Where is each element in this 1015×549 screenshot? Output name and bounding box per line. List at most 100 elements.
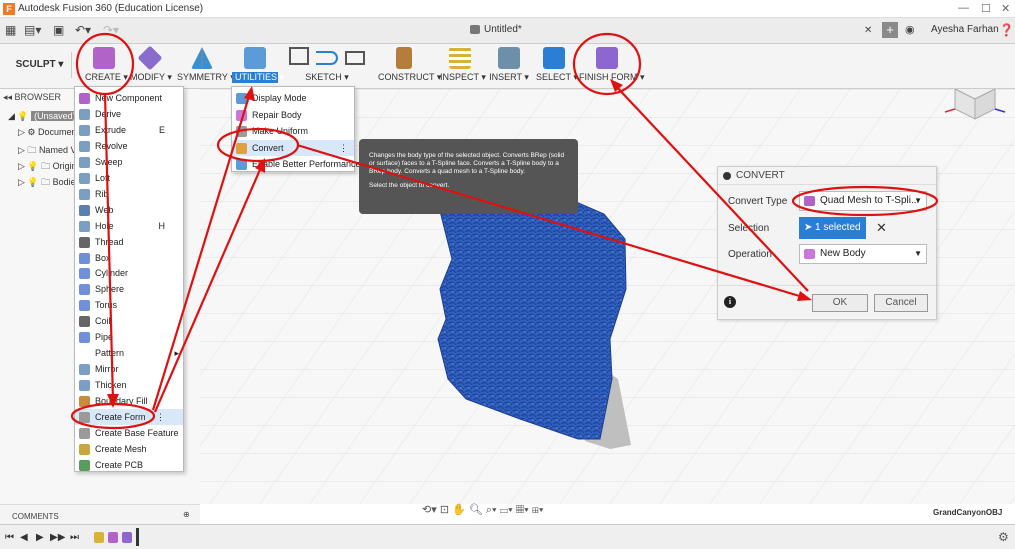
more-options-icon[interactable]: ⋮: [339, 140, 348, 156]
menu-item-shortcut: ⋮: [156, 412, 165, 422]
add-comment-icon[interactable]: ⊕: [183, 510, 190, 519]
inspect-tool[interactable]: INSPECT ▾: [440, 47, 486, 83]
menu-item-label: Hole: [95, 220, 114, 231]
timeline-marker[interactable]: [136, 528, 139, 546]
user-name[interactable]: Ayesha Farhan: [931, 24, 999, 35]
menu-item-label: Loft: [95, 172, 111, 183]
create-menu-item[interactable]: Create PCB: [75, 457, 183, 473]
pan-icon[interactable]: ✋: [452, 504, 466, 516]
maximize-icon[interactable]: ☐: [981, 2, 991, 15]
step-back-icon[interactable]: ◀: [20, 532, 28, 543]
symmetry-tool[interactable]: SYMMETRY ▾: [177, 47, 235, 83]
select-tool[interactable]: SELECT ▾: [536, 47, 578, 83]
create-menu-item[interactable]: Thicken: [75, 377, 183, 393]
document-tab-bar: ▦ ▤▾ ▣ ↶▾ ↷▾ Untitled* ✕ + ◉ Ayesha Farh…: [0, 18, 1015, 44]
viewports-icon[interactable]: ⊞▾: [532, 504, 544, 516]
ok-button[interactable]: OK: [812, 294, 868, 312]
create-menu-item[interactable]: Mirror: [75, 361, 183, 377]
timeline-event-icon[interactable]: [108, 532, 118, 543]
create-menu-item[interactable]: Loft: [75, 170, 183, 186]
create-menu-item[interactable]: Create Base Feature: [75, 425, 183, 441]
create-menu-item[interactable]: Create Mesh: [75, 441, 183, 457]
convert-type-select[interactable]: Quad Mesh to T-Spli... ▼: [799, 191, 927, 211]
construct-tool[interactable]: CONSTRUCT ▾: [378, 47, 441, 83]
utilities-menu-item[interactable]: Display Mode: [232, 90, 354, 106]
utilities-menu-item[interactable]: Repair Body: [232, 107, 354, 123]
redo-icon[interactable]: ↷▾: [103, 23, 119, 37]
step-forward-icon[interactable]: ▶▶: [50, 532, 65, 543]
clear-selection-icon[interactable]: ✕: [876, 220, 887, 236]
create-menu-item[interactable]: Thread: [75, 234, 183, 250]
display-settings-icon[interactable]: ▭▾: [500, 504, 513, 516]
create-menu-item[interactable]: Derive: [75, 106, 183, 122]
sketch-tool[interactable]: SKETCH ▾: [286, 47, 368, 83]
finish-form-tool[interactable]: FINISH FORM ▾: [579, 47, 645, 83]
modify-tool[interactable]: MODIFY ▾: [130, 45, 172, 83]
go-to-start-icon[interactable]: ⏮: [5, 532, 14, 543]
create-menu-item[interactable]: Sphere: [75, 281, 183, 297]
grid-settings-icon[interactable]: ▦▾: [516, 504, 529, 516]
menu-item-icon: [79, 380, 90, 392]
close-tab-icon[interactable]: ✕: [864, 25, 872, 36]
browser-item-origin[interactable]: ▷ 💡 🗀 Origin: [18, 159, 77, 175]
create-menu-item[interactable]: Hole H: [75, 218, 183, 234]
settings-gear-icon[interactable]: ⚙: [998, 530, 1009, 544]
file-menu-icon[interactable]: ▤▾: [24, 23, 41, 37]
insert-tool[interactable]: INSERT ▾: [489, 47, 529, 83]
zoom-window-icon[interactable]: ⌕▾: [486, 504, 497, 516]
operation-select[interactable]: New Body ▼: [799, 244, 927, 264]
create-menu-item[interactable]: Box: [75, 250, 183, 266]
create-menu-item[interactable]: New Component: [75, 90, 183, 106]
utilities-tool[interactable]: UTILITIES ▾: [232, 47, 284, 83]
minimize-icon[interactable]: —: [958, 2, 969, 14]
utilities-menu-item[interactable]: Enable Better Performance: [232, 156, 361, 172]
utilities-menu-item[interactable]: Make Uniform: [232, 123, 354, 139]
create-menu-item[interactable]: Boundary Fill: [75, 393, 183, 409]
menu-item-label: Cylinder: [95, 268, 129, 279]
zoom-icon[interactable]: 🔍︎: [469, 504, 483, 516]
collapse-icon[interactable]: [723, 172, 731, 180]
create-tool[interactable]: CREATE ▾: [85, 47, 128, 83]
menu-item-icon: [79, 93, 90, 104]
create-menu-item[interactable]: Pipe: [75, 329, 183, 345]
info-icon[interactable]: i: [724, 296, 736, 308]
create-menu-item[interactable]: Coil: [75, 313, 183, 329]
orbit-icon[interactable]: ⟲▾: [422, 504, 437, 516]
close-icon[interactable]: ✕: [1001, 2, 1010, 15]
create-menu-item[interactable]: Torus: [75, 297, 183, 313]
undo-icon[interactable]: ↶▾: [75, 23, 91, 37]
workspace-switcher[interactable]: SCULPT ▾: [8, 52, 72, 78]
browser-item-bodies[interactable]: ▷ 💡 🗀 Bodies: [18, 175, 80, 191]
new-tab-button[interactable]: +: [882, 22, 898, 38]
navigation-bar: ⟲▾ ⊡ ✋ 🔍︎ ⌕▾ ▭▾ ▦▾ ⊞▾: [422, 503, 602, 519]
create-menu-item[interactable]: Create Form ⋮: [75, 409, 183, 425]
create-menu-item[interactable]: Pattern ▸: [75, 345, 183, 361]
cancel-button[interactable]: Cancel: [874, 294, 928, 312]
menu-item-label: Coil: [95, 316, 111, 327]
document-tab[interactable]: Untitled*: [470, 24, 522, 35]
save-icon[interactable]: ▣: [53, 23, 64, 37]
browser-item-root[interactable]: ◢ 💡 (Unsaved): [8, 111, 79, 122]
menu-item-icon: [79, 427, 90, 439]
app-grid-icon[interactable]: ▦: [5, 23, 16, 37]
menu-item-label: Make Uniform: [252, 126, 309, 136]
online-status-icon[interactable]: ◉: [905, 23, 915, 36]
create-menu-item[interactable]: Web: [75, 202, 183, 218]
create-menu-item[interactable]: Extrude E: [75, 122, 183, 138]
timeline-event-icon[interactable]: [122, 532, 132, 543]
create-menu-item[interactable]: Rib: [75, 186, 183, 202]
utilities-menu-item[interactable]: Convert ⋮: [232, 139, 354, 156]
play-icon[interactable]: ▶: [36, 532, 44, 543]
create-menu-item[interactable]: Cylinder: [75, 265, 183, 281]
dialog-header[interactable]: CONVERT: [718, 167, 936, 185]
browser-header[interactable]: ◂◂ BROWSER: [3, 92, 61, 103]
selection-button[interactable]: ➤ 1 selected: [799, 217, 866, 239]
comments-panel[interactable]: COMMENTS ⊕: [0, 504, 200, 524]
look-at-icon[interactable]: ⊡: [440, 504, 449, 516]
timeline-event-icon[interactable]: [94, 532, 104, 543]
create-menu-item[interactable]: Sweep: [75, 154, 183, 170]
help-icon[interactable]: ❓: [999, 23, 1014, 37]
create-menu-item[interactable]: Revolve: [75, 138, 183, 154]
modify-icon: [137, 45, 163, 71]
go-to-end-icon[interactable]: ⏭: [70, 532, 79, 543]
